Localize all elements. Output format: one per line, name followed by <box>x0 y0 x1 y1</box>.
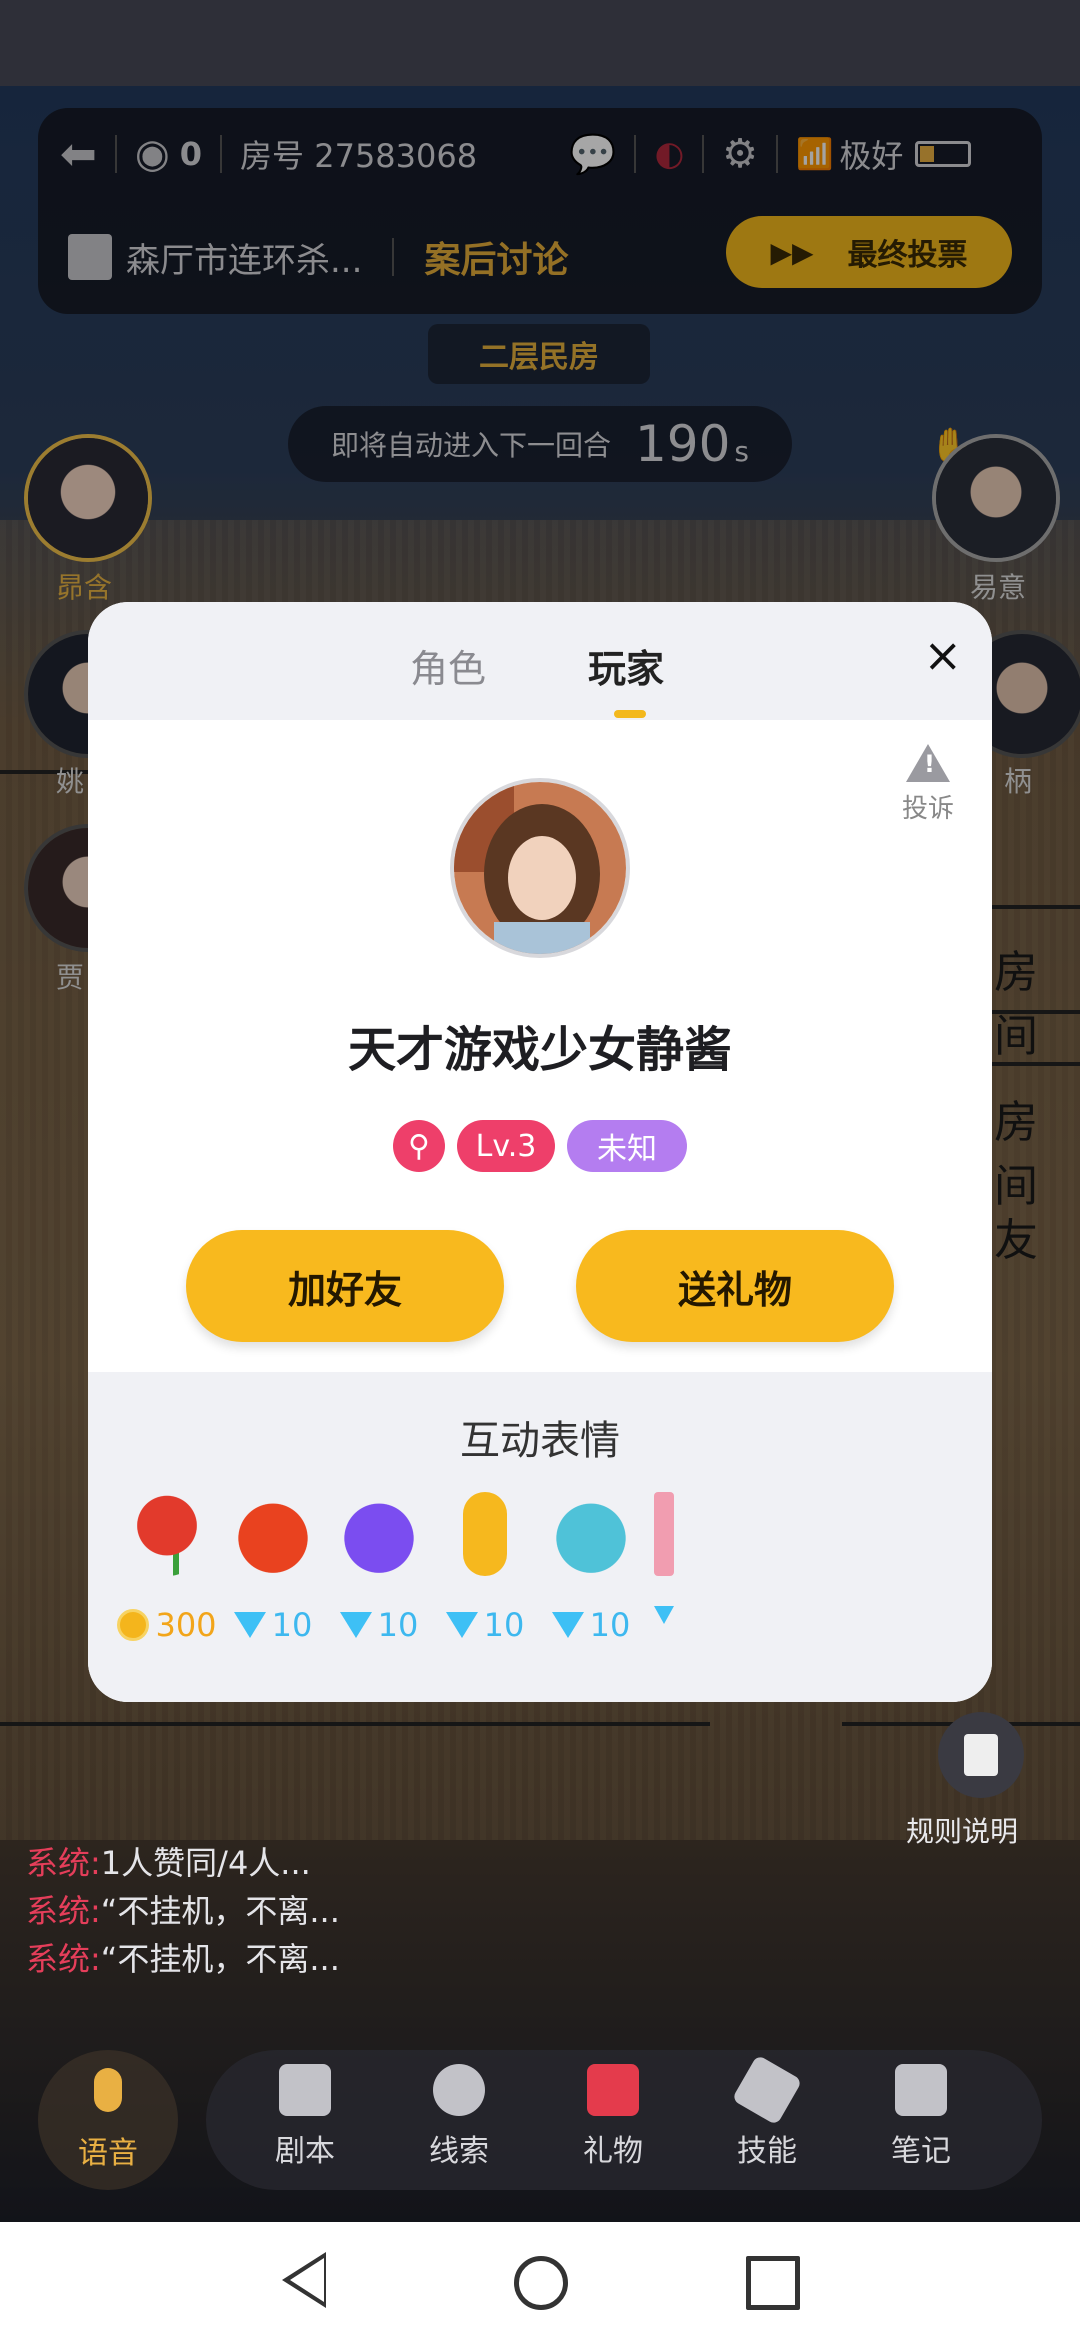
report-button[interactable]: ! 投诉 <box>888 744 968 825</box>
chat-message: 系统:1人赞同/4人... <box>26 1844 311 1882</box>
diamond-icon <box>551 1612 584 1638</box>
tool-script[interactable]: 剧本 <box>250 2064 360 2170</box>
microphone-icon <box>94 2068 122 2112</box>
tool-clues[interactable]: 线索 <box>404 2064 514 2170</box>
tomato-icon <box>231 1492 315 1576</box>
document-icon <box>964 1734 998 1776</box>
unknown-tag-badge: 未知 <box>567 1120 687 1172</box>
system-navigation-bar <box>0 2222 1080 2340</box>
coin-icon <box>117 1609 150 1641</box>
diamond-icon <box>654 1606 674 1624</box>
gift-icon <box>587 2064 639 2116</box>
level-badge: Lv.3 <box>457 1120 555 1172</box>
modal-tab-header: 角色 玩家 × <box>88 602 992 720</box>
send-gift-button[interactable]: 送礼物 <box>576 1230 894 1342</box>
badge-row: ⚲ Lv.3 未知 <box>88 1120 992 1172</box>
tab-player[interactable]: 玩家 <box>588 638 664 693</box>
emote-price <box>632 1606 674 1624</box>
skill-icon <box>731 2054 803 2126</box>
rose-icon <box>125 1492 209 1576</box>
profile-photo <box>454 782 626 954</box>
active-tab-indicator <box>614 710 646 718</box>
tool-gifts[interactable]: 礼物 <box>558 2064 668 2170</box>
partial-emote-icon <box>654 1492 674 1576</box>
interactive-emotes-panel: 互动表情 300 10 10 10 10 <box>88 1372 992 1702</box>
purple-blob-icon <box>337 1492 421 1576</box>
rules-label: 规则说明 <box>906 1815 1019 1848</box>
profile-avatar <box>450 778 630 958</box>
yellow-creature-icon <box>463 1492 507 1576</box>
balloon-icon <box>549 1492 633 1576</box>
diamond-icon <box>445 1612 478 1638</box>
status-bar <box>0 0 1080 86</box>
chat-message: 系统:“不挂机，不离... <box>26 1940 340 1978</box>
emote-item-partial[interactable] <box>632 1492 674 1624</box>
emote-panel-title: 互动表情 <box>460 1418 620 1464</box>
key-icon <box>433 2064 485 2116</box>
diamond-icon <box>233 1612 266 1638</box>
diamond-icon <box>339 1612 372 1638</box>
player-profile-modal: 角色 玩家 × ! 投诉 天才游戏少女静酱 ⚲ Lv.3 未知 加好友 送礼物 … <box>88 602 992 1702</box>
warning-icon: ! <box>906 744 950 782</box>
recent-apps-icon[interactable] <box>746 2256 800 2310</box>
rules-button[interactable] <box>938 1712 1024 1798</box>
report-label: 投诉 <box>901 794 954 824</box>
voice-label: 语音 <box>78 2136 138 2171</box>
search-badge-icon: ⚲ <box>393 1120 445 1172</box>
back-icon-inner <box>290 2258 324 2302</box>
tool-skills[interactable]: 技能 <box>712 2054 822 2170</box>
player-nickname: 天才游戏少女静酱 <box>347 1022 732 1078</box>
chat-message: 系统:“不挂机，不离... <box>26 1892 340 1930</box>
bottom-action-bar: 语音 剧本 线索 礼物 技能 笔记 <box>38 2050 1042 2190</box>
close-icon[interactable]: × <box>923 628 962 682</box>
tool-tray: 剧本 线索 礼物 技能 笔记 <box>206 2050 1042 2190</box>
add-friend-button[interactable]: 加好友 <box>186 1230 504 1342</box>
tool-notes[interactable]: 笔记 <box>866 2064 976 2170</box>
book-icon <box>279 2064 331 2116</box>
voice-button[interactable]: 语音 <box>38 2050 178 2190</box>
home-icon[interactable] <box>514 2256 568 2310</box>
tab-role[interactable]: 角色 <box>410 638 486 693</box>
notes-icon <box>895 2064 947 2116</box>
